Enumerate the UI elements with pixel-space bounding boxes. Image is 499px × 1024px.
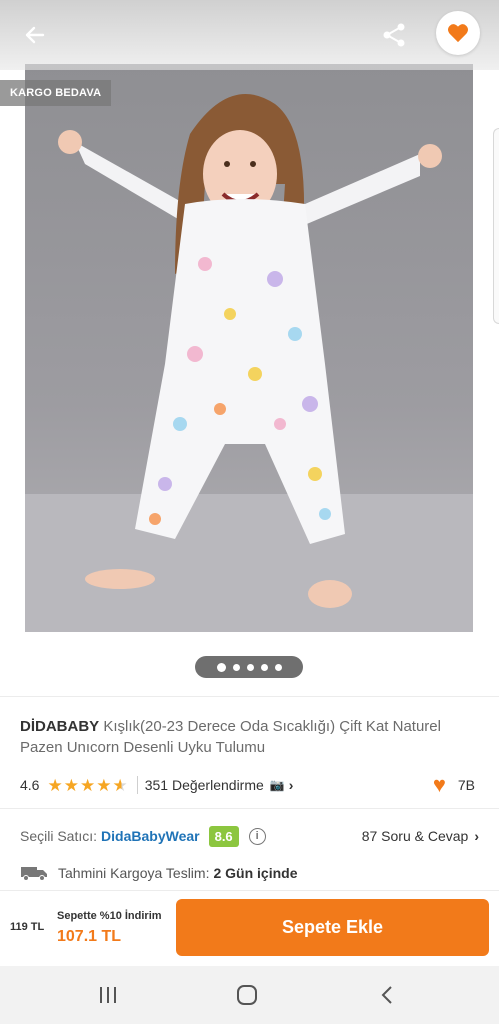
camera-icon: 📷 — [269, 778, 285, 792]
rating-value: 4.6 — [20, 777, 40, 793]
seller-label: Seçili Satıcı: — [20, 828, 98, 844]
star-icon: ★ — [79, 775, 96, 795]
heart-icon: ♥ — [432, 772, 446, 797]
product-detail-page: KARGO BEDAVA DİDABABY Kışlık(20-23 Derec… — [0, 0, 499, 1024]
delivery-days: 2 Gün içinde — [213, 865, 298, 881]
share-icon — [383, 23, 405, 47]
truck-icon — [21, 867, 47, 881]
add-to-cart-button[interactable]: Sepete Ekle — [176, 899, 489, 956]
image-gallery[interactable]: KARGO BEDAVA — [0, 0, 499, 695]
delivery-label: Tahmini Kargoya Teslim: — [58, 865, 210, 881]
likes-count: 7B — [457, 777, 475, 793]
top-bar — [0, 0, 499, 70]
free-shipping-badge: KARGO BEDAVA — [0, 80, 112, 106]
separator — [136, 776, 138, 794]
pager-dot[interactable] — [232, 663, 240, 671]
system-back-button[interactable] — [372, 980, 402, 1010]
cart-discount-text: Sepette %10 İndirim — [57, 910, 162, 922]
reviews-link[interactable]: 351 Değerlendirme 📷 › — [145, 777, 294, 793]
seller-name-link[interactable]: DidaBabyWear — [101, 828, 200, 844]
home-button[interactable] — [232, 980, 262, 1010]
pager-dot[interactable] — [274, 663, 282, 671]
share-button[interactable] — [377, 18, 411, 52]
discounted-price: 107.1 TL — [57, 928, 122, 945]
arrow-left-icon — [25, 26, 45, 44]
back-button[interactable] — [18, 18, 52, 52]
likes-counter[interactable]: ♥ 7B — [433, 772, 475, 798]
chevron-right-icon: › — [288, 777, 294, 793]
star-half-icon: ★ — [112, 775, 128, 795]
brand-name[interactable]: DİDABABY — [20, 718, 99, 735]
delivery-row: Tahmini Kargoya Teslim: 2 Gün içinde — [20, 860, 480, 886]
star-icon: ★ — [96, 775, 112, 795]
info-icon[interactable]: i — [248, 827, 266, 845]
product-title: DİDABABY Kışlık(20-23 Derece Oda Sıcaklı… — [20, 716, 480, 758]
rating-row: 4.6 ★ ★ ★ ★ ★ 351 Değerlendirme 📷 › — [20, 772, 480, 798]
product-photo[interactable] — [25, 64, 473, 632]
chevron-left-icon — [381, 986, 392, 1004]
heart-icon — [448, 24, 468, 43]
pager-dot[interactable] — [246, 663, 254, 671]
system-nav-bar — [0, 966, 499, 1024]
divider — [0, 808, 499, 809]
seller-score-badge: 8.6 — [208, 825, 239, 847]
rating-stars: ★ ★ ★ ★ ★ — [47, 777, 128, 794]
favorite-button[interactable] — [436, 11, 480, 55]
side-drawer-handle[interactable] — [493, 128, 499, 324]
home-icon — [237, 985, 257, 1005]
qa-count[interactable]: 87 Soru & Cevap — [362, 828, 469, 844]
chevron-right-icon: › — [474, 828, 479, 844]
qa-link[interactable]: 87 Soru & Cevap › — [362, 823, 479, 849]
image-pager[interactable] — [195, 656, 303, 678]
reviews-count[interactable]: 351 Değerlendirme — [145, 777, 264, 793]
recent-apps-button[interactable] — [93, 980, 123, 1010]
divider — [0, 696, 499, 697]
star-icon: ★ — [63, 775, 79, 795]
original-price: 119 TL — [10, 921, 45, 933]
purchase-bar: 119 TL Sepette %10 İndirim 107.1 TL Sepe… — [0, 890, 499, 966]
recent-apps-icon — [100, 987, 116, 1003]
product-photo-illustration — [25, 94, 473, 632]
pager-dot[interactable] — [260, 663, 268, 671]
star-icon: ★ — [47, 775, 63, 795]
pager-dot-active[interactable] — [216, 662, 226, 672]
